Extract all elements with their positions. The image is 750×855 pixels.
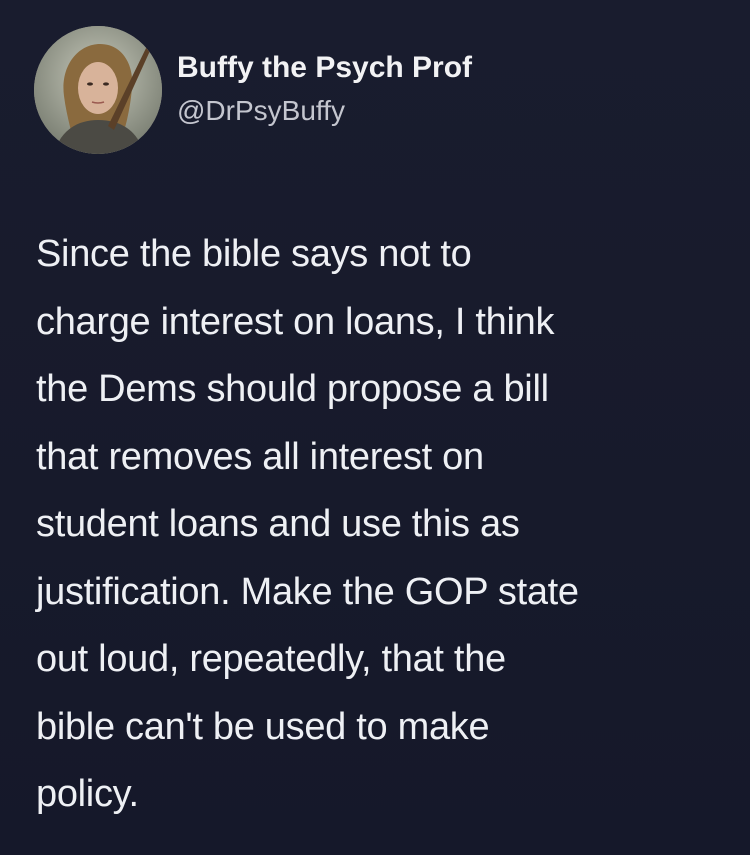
avatar-photo-icon xyxy=(34,26,162,154)
author-display-name[interactable]: Buffy the Psych Prof xyxy=(177,51,472,85)
author-handle[interactable]: @DrPsyBuffy xyxy=(177,95,345,127)
tweet-card: Buffy the Psych Prof @DrPsyBuffy Since t… xyxy=(0,0,750,855)
author-avatar[interactable] xyxy=(34,26,162,154)
tweet-body-text: Since the bible says not to charge inter… xyxy=(36,233,579,815)
